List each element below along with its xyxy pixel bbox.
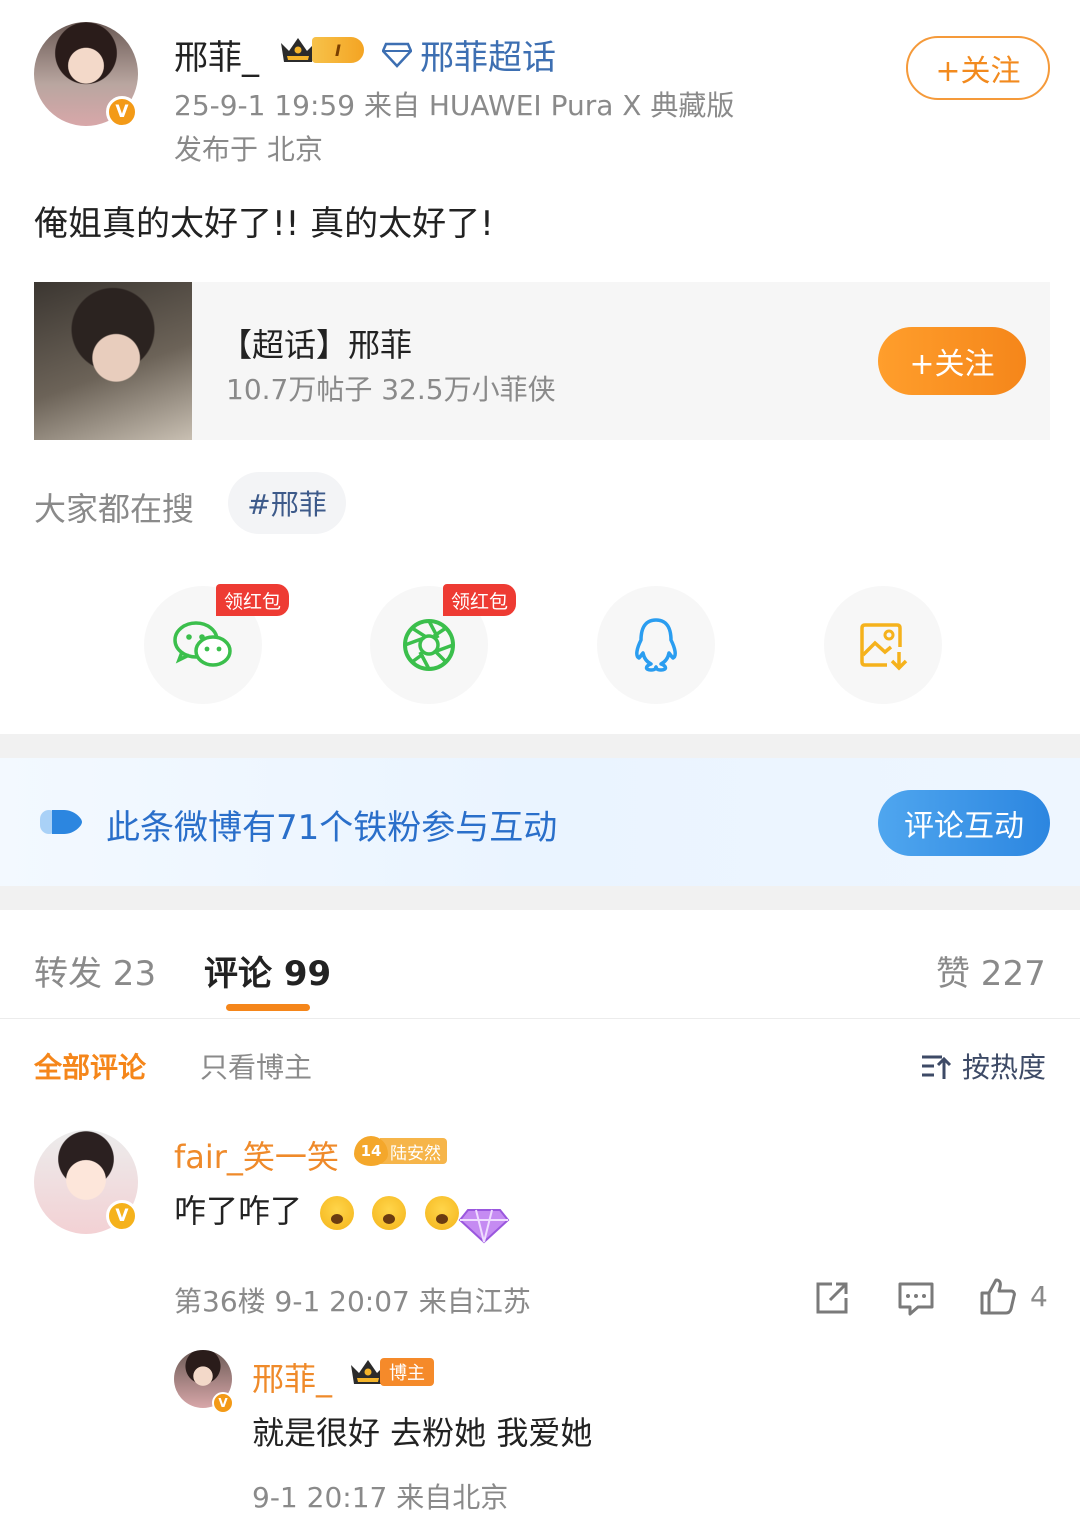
repost-comment-icon[interactable]: [812, 1278, 852, 1318]
save-image-button[interactable]: [824, 586, 942, 704]
member-level: I: [312, 37, 364, 63]
comment-interact-button[interactable]: 评论互动: [878, 790, 1050, 856]
fan-level-badge[interactable]: 14 陆安然: [354, 1136, 458, 1166]
member-badge[interactable]: I: [278, 33, 370, 67]
save-image-icon: [860, 623, 908, 671]
scared-emoji-icon: [372, 1196, 407, 1230]
fan-group-name: 陆安然: [380, 1138, 447, 1164]
like-icon[interactable]: [978, 1276, 1018, 1316]
post-text: 俺姐真的太好了!! 真的太好了!: [34, 204, 494, 244]
filter-all-comments[interactable]: 全部评论: [34, 1046, 146, 1086]
wechat-icon: [173, 621, 232, 667]
follow-button[interactable]: +关注: [906, 36, 1050, 100]
verified-badge-icon: V: [106, 96, 138, 128]
supertopic-stats: 10.7万帖子 32.5万小菲侠: [226, 373, 556, 406]
comment-meta: 第36楼 9-1 20:07 来自江苏: [174, 1285, 531, 1318]
filter-owner-only[interactable]: 只看博主: [200, 1046, 312, 1086]
verified-badge-icon: V: [106, 1200, 138, 1232]
owner-badge: 博主: [348, 1356, 434, 1388]
commenter-name[interactable]: fair_笑一笑: [174, 1132, 339, 1178]
reply-author-name[interactable]: 邢菲_: [252, 1354, 332, 1400]
post-time-source: 25-9-1 19:59 来自 HUAWEI Pura X 典藏版: [174, 89, 735, 122]
trending-search-tag[interactable]: #邢菲: [228, 472, 346, 534]
supertopic-link-label: 邢菲超话: [420, 38, 556, 78]
diamond-icon: [382, 42, 412, 68]
reply-meta: 9-1 20:17 来自北京: [252, 1481, 509, 1514]
qq-icon: [635, 618, 677, 672]
section-divider: [0, 734, 1080, 758]
tabs-divider: [0, 1018, 1080, 1019]
supertopic-link[interactable]: 邢菲超话: [382, 30, 556, 79]
sort-icon: [922, 1055, 952, 1079]
fan-interaction-banner[interactable]: 此条微博有71个铁粉参与互动 评论互动: [0, 758, 1080, 886]
supertopic-cover-image: [34, 282, 192, 440]
author-name[interactable]: 邢菲_: [174, 30, 259, 79]
supertopic-card[interactable]: 【超话】邢菲 10.7万帖子 32.5万小菲侠 +关注: [34, 282, 1050, 440]
comment-text: 咋了咋了: [174, 1186, 459, 1232]
supertopic-follow-button[interactable]: +关注: [878, 327, 1026, 395]
play-arrows-icon: [40, 810, 82, 834]
sort-by-hot-button[interactable]: 按热度: [920, 1046, 1046, 1086]
scared-emoji-icon: [320, 1196, 355, 1230]
section-divider: [0, 886, 1080, 910]
fan-interaction-text: 此条微博有71个铁粉参与互动: [106, 808, 558, 848]
comment-text-body: 咋了咋了: [174, 1192, 303, 1230]
comment-like-count: 4: [1030, 1280, 1048, 1313]
tab-likes[interactable]: 赞 227: [936, 946, 1046, 995]
moments-icon: [403, 619, 455, 671]
active-tab-indicator: [226, 1004, 310, 1011]
trending-search-label: 大家都在搜: [34, 490, 195, 528]
reply-comment-icon[interactable]: [896, 1278, 936, 1318]
reply-text: 就是很好 去粉她 我爱她: [252, 1414, 593, 1452]
sort-label: 按热度: [962, 1051, 1047, 1084]
gem-bubble-icon: [458, 1209, 510, 1244]
tab-comments[interactable]: 评论 99: [204, 946, 331, 995]
redpack-badge: 领红包: [443, 584, 517, 616]
owner-tag: 博主: [380, 1358, 434, 1386]
tab-repost[interactable]: 转发 23: [34, 946, 156, 995]
post-location: 发布于 北京: [174, 133, 323, 166]
supertopic-title: 【超话】邢菲: [220, 326, 413, 364]
redpack-badge: 领红包: [216, 584, 290, 616]
verified-badge-icon: V: [212, 1392, 234, 1414]
share-qq-button[interactable]: [597, 586, 715, 704]
fan-level-number: 14: [354, 1136, 388, 1166]
